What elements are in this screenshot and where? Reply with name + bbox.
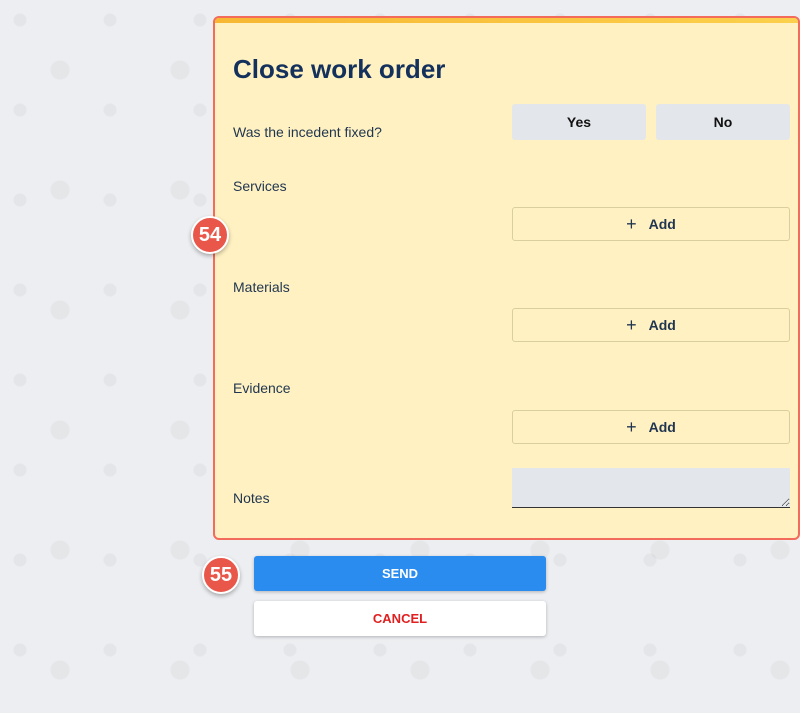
cancel-button[interactable]: CANCEL — [254, 601, 546, 636]
add-service-button[interactable]: + Add — [512, 207, 790, 241]
no-button[interactable]: No — [656, 104, 790, 140]
add-material-button[interactable]: + Add — [512, 308, 790, 342]
add-material-label: Add — [648, 317, 676, 333]
materials-label: Materials — [233, 279, 290, 295]
add-evidence-button[interactable]: + Add — [512, 410, 790, 444]
add-evidence-label: Add — [648, 419, 676, 435]
yes-button[interactable]: Yes — [512, 104, 646, 140]
add-service-label: Add — [648, 216, 676, 232]
step-badge-54: 54 — [191, 216, 229, 254]
notes-label: Notes — [233, 490, 270, 506]
notes-field[interactable] — [512, 468, 790, 508]
step-badge-55: 55 — [202, 556, 240, 594]
services-label: Services — [233, 178, 287, 194]
plus-icon: + — [626, 417, 637, 437]
evidence-label: Evidence — [233, 380, 291, 396]
plus-icon: + — [626, 315, 637, 335]
page-title: Close work order — [233, 54, 446, 84]
fixed-question-label: Was the incedent fixed? — [233, 124, 382, 140]
send-button[interactable]: SEND — [254, 556, 546, 591]
panel-accent-bar — [215, 18, 798, 23]
close-work-order-panel: Close work order Was the incedent fixed?… — [213, 16, 800, 540]
plus-icon: + — [626, 214, 637, 234]
